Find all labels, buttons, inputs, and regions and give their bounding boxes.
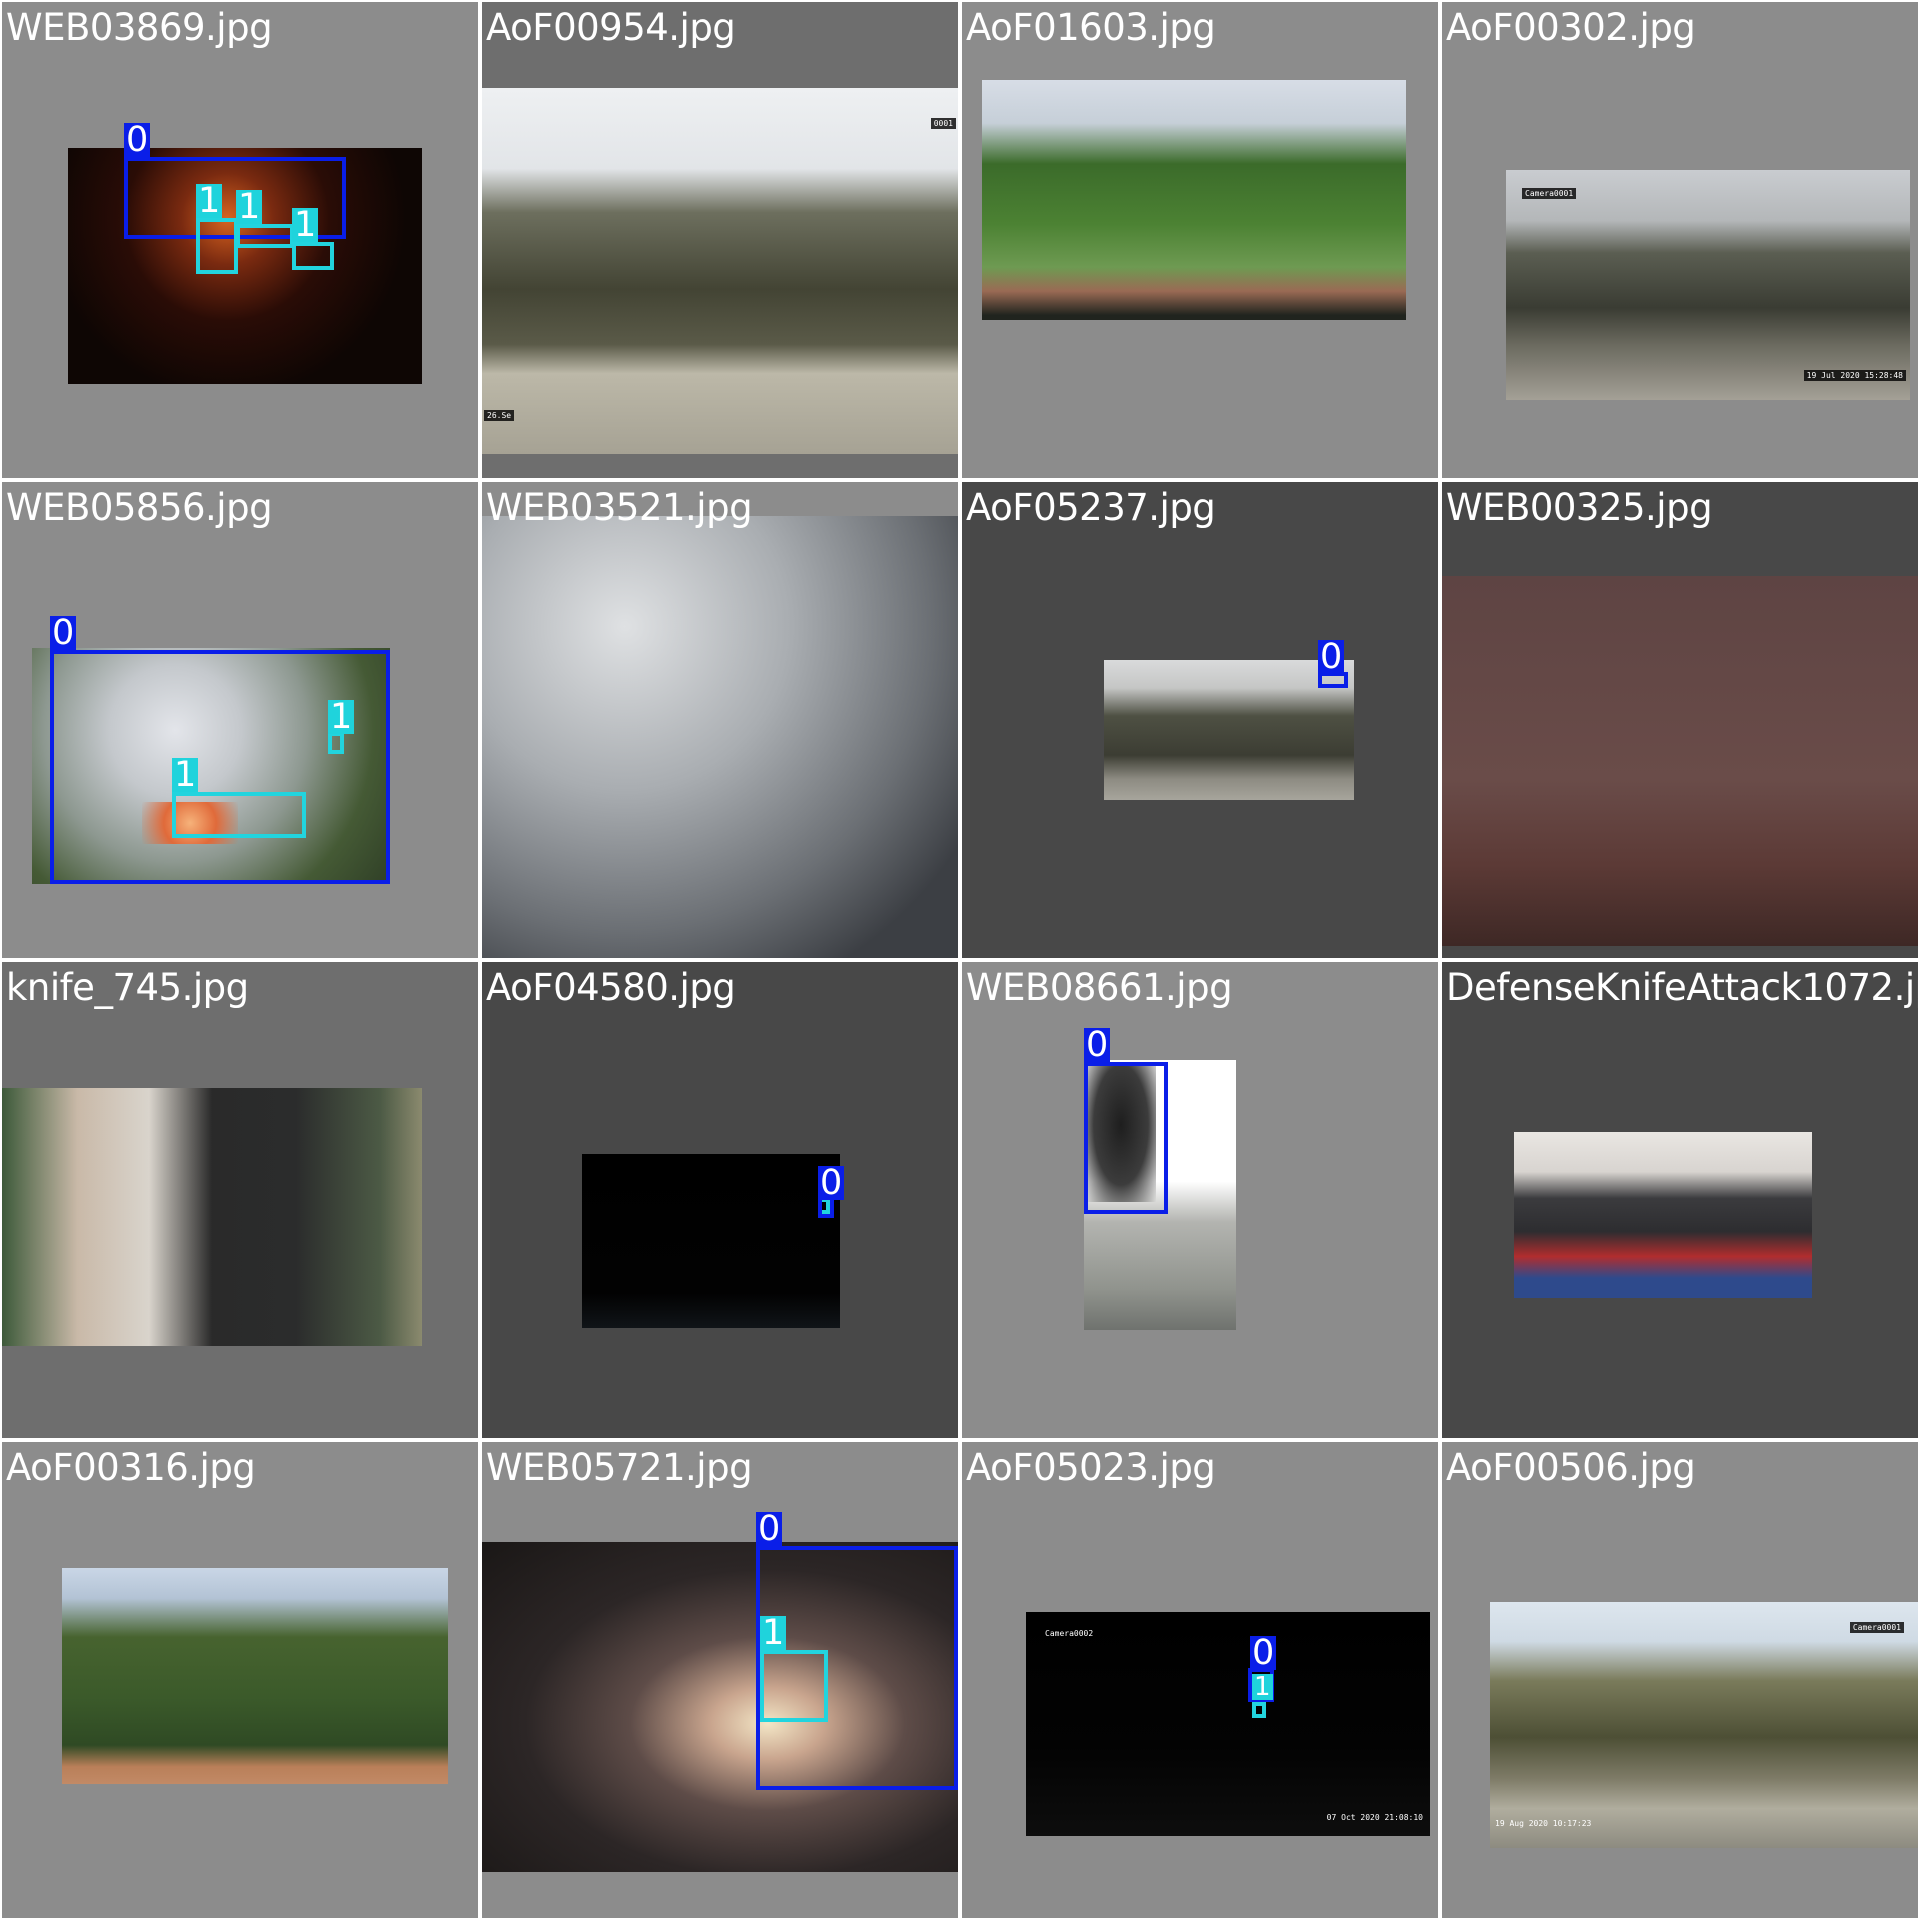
tile-aof05023: AoF05023.jpg Camera0002 07 Oct 2020 21:0… [962,1442,1438,1918]
dust-haze-photo [1442,576,1918,946]
timestamp-overlay: 19 Aug 2020 10:17:23 [1495,1819,1592,1828]
bbox-label: 0 [818,1163,845,1203]
bbox-label: 1 [236,187,263,227]
tile-title: WEB05856.jpg [6,486,273,529]
bbox-label: 0 [1084,1025,1111,1065]
campus-trees-photo [982,80,1406,320]
tile-title: WEB03521.jpg [486,486,753,529]
tile-title: AoF00316.jpg [6,1446,256,1489]
bbox-label: 0 [50,613,77,653]
bbox-class-1 [196,218,238,274]
bbox-label: 1 [760,1613,787,1653]
gym-sparring-photo [1514,1132,1812,1298]
tile-web03521: WEB03521.jpg [482,482,958,958]
bbox-label: 1 [172,755,199,795]
valley-road-photo [62,1568,448,1784]
bbox-class-0 [50,650,390,884]
bbox-class-1 [760,1650,828,1722]
parking-hills-photo [1490,1602,1918,1848]
bbox-label: 1 [196,181,223,221]
bbox-class-1 [1252,1702,1266,1718]
bbox-label: 0 [756,1509,783,1549]
bbox-label: 1 [292,205,319,245]
storm-cloud-photo [482,516,958,958]
bbox-class-1 [172,792,306,838]
tile-aof05237: AoF05237.jpg 0 [962,482,1438,958]
bbox-label: 0 [124,120,151,160]
bbox-class-0 [1084,1062,1168,1214]
hillside-photo [482,88,958,454]
tile-title: AoF00302.jpg [1446,6,1696,49]
tile-title: WEB03869.jpg [6,6,273,49]
tile-aof00954: AoF00954.jpg 0001 26.Se [482,2,958,478]
tile-title: AoF05023.jpg [966,1446,1216,1489]
timestamp-overlay: 07 Oct 2020 21:08:10 [1326,1813,1423,1822]
tile-title: AoF04580.jpg [486,966,736,1009]
tile-title: knife_745.jpg [6,966,249,1009]
two-men-photo [2,1088,422,1346]
bbox-label: 0 [1318,637,1345,677]
tile-aof01603: AoF01603.jpg [962,2,1438,478]
camera-id-overlay: 0001 [930,118,956,129]
tile-title: WEB05721.jpg [486,1446,753,1489]
tile-aof04580: AoF04580.jpg 0 [482,962,958,1438]
tile-web03869: WEB03869.jpg 0 1 1 1 [2,2,478,478]
tile-title: AoF00954.jpg [486,6,736,49]
tile-aof00316: AoF00316.jpg [2,1442,478,1918]
tile-web00325: WEB00325.jpg [1442,482,1918,958]
tile-title: AoF00506.jpg [1446,1446,1696,1489]
tile-title: WEB00325.jpg [1446,486,1713,529]
tile-title: AoF01603.jpg [966,6,1216,49]
night-dark-photo [582,1154,840,1328]
smoky-hills-photo [1506,170,1910,400]
detection-mosaic: WEB03869.jpg 0 1 1 1 AoF00954.jpg 0001 2… [0,0,1920,1920]
tile-knife745: knife_745.jpg [2,962,478,1438]
timestamp-overlay: 19 Jul 2020 15:28:48 [1803,370,1906,381]
night-city-photo [1026,1612,1430,1836]
tile-title: AoF05237.jpg [966,486,1216,529]
tile-web08661: WEB08661.jpg 0 [962,962,1438,1438]
tile-web05721: WEB05721.jpg 0 1 [482,1442,958,1918]
bbox-label: 1 [328,697,355,737]
tile-aof00506: AoF00506.jpg Camera0001 19 Aug 2020 10:1… [1442,1442,1918,1918]
tile-aof00302: AoF00302.jpg Camera0001 19 Jul 2020 15:2… [1442,2,1918,478]
camera-id-overlay: Camera0001 [1522,188,1577,199]
tile-title: WEB08661.jpg [966,966,1233,1009]
timestamp-overlay: 26.Se [484,410,515,421]
bbox-class-1 [236,224,294,248]
tile-title: DefenseKnifeAttack1072.jpg [1446,966,1918,1009]
bbox-label: 1 [1252,1672,1273,1702]
bbox-class-1 [292,242,334,270]
tile-web05856: WEB05856.jpg 0 1 1 [2,482,478,958]
camera-id-overlay: Camera0001 [1849,1622,1904,1633]
distant-hills-photo [1104,660,1354,800]
tile-defenseknifeattack1072: DefenseKnifeAttack1072.jpg [1442,962,1918,1438]
camera-id-overlay: Camera0002 [1045,1629,1094,1638]
bbox-label: 0 [1250,1633,1277,1673]
